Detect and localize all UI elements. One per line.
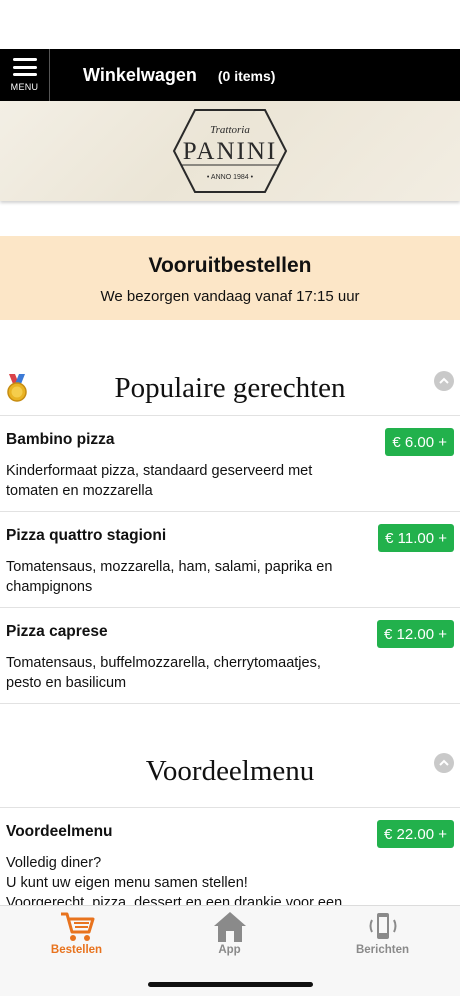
restaurant-logo: Trattoria PANINI • ANNO 1984 • — [171, 107, 289, 195]
logo-main-text: PANINI — [183, 138, 277, 165]
item-name: Bambino pizza — [6, 431, 115, 448]
delivery-time-text: We bezorgen vandaag vanaf 17:15 uur — [100, 288, 360, 305]
section-header-populair[interactable]: Populaire gerechten — [0, 370, 460, 420]
item-description-line: Volledig diner? — [6, 855, 102, 871]
tab-bestellen[interactable]: Bestellen — [0, 906, 153, 966]
section-header-voordeelmenu[interactable]: Voordeelmenu — [0, 753, 460, 805]
chevron-up-icon — [439, 377, 449, 384]
menu-label: MENU — [10, 82, 39, 92]
item-name: Pizza quattro stagioni — [6, 527, 167, 544]
logo-bottom-text: • ANNO 1984 • — [207, 174, 254, 181]
menu-item[interactable]: Bambino pizza € 6.00 + Kinderformaat piz… — [0, 415, 460, 511]
preorder-title: Vooruitbestellen — [148, 254, 312, 277]
collapse-button[interactable] — [434, 371, 454, 391]
phone-icon — [369, 913, 396, 939]
preorder-box: Vooruitbestellen We bezorgen vandaag van… — [0, 236, 460, 320]
status-bar-area — [0, 0, 460, 49]
item-description: Tomatensaus, mozzarella, ham, salami, pa… — [6, 559, 333, 595]
chevron-up-icon — [439, 759, 449, 766]
tab-berichten[interactable]: Berichten — [306, 906, 459, 966]
item-description: Kinderformaat pizza, standaard geserveer… — [6, 463, 313, 499]
menu-button[interactable]: MENU — [0, 49, 50, 101]
item-name: Pizza caprese — [6, 623, 108, 640]
restaurant-banner: Trattoria PANINI • ANNO 1984 • — [0, 101, 460, 201]
add-to-cart-button[interactable]: € 11.00 + — [378, 524, 454, 552]
item-description-line: U kunt uw eigen menu samen stellen! — [6, 875, 248, 891]
add-to-cart-button[interactable]: € 12.00 + — [377, 620, 454, 648]
collapse-button[interactable] — [434, 753, 454, 773]
hamburger-icon — [12, 58, 37, 76]
tab-label: Berichten — [355, 944, 410, 956]
tab-label: Bestellen — [50, 944, 103, 956]
home-icon — [213, 912, 246, 942]
cart-count[interactable]: (0 items) — [218, 68, 276, 84]
menu-item[interactable]: Voordeelmenu € 22.00 + Volledig diner? U… — [0, 807, 460, 905]
item-description-line: Voorgerecht, pizza, dessert en een drank… — [6, 895, 343, 905]
home-indicator — [148, 982, 313, 987]
item-description: Volledig diner? U kunt uw eigen menu sam… — [6, 853, 366, 905]
section-title: Populaire gerechten — [114, 372, 346, 404]
tab-label: App — [218, 944, 241, 956]
add-to-cart-button[interactable]: € 22.00 + — [377, 820, 454, 848]
tab-app[interactable]: App — [153, 906, 306, 966]
menu-item[interactable]: Pizza quattro stagioni € 11.00 + Tomaten… — [0, 511, 460, 607]
divider — [0, 703, 460, 704]
item-description: Tomatensaus, buffelmozzarella, cherrytom… — [6, 655, 321, 691]
add-to-cart-button[interactable]: € 6.00 + — [385, 428, 454, 456]
top-bar: MENU Winkelwagen (0 items) — [0, 49, 460, 101]
item-name: Voordeelmenu — [6, 823, 113, 840]
cart-icon — [60, 912, 94, 941]
logo-top-text: Trattoria — [210, 124, 250, 136]
menu-item[interactable]: Pizza caprese € 12.00 + Tomatensaus, buf… — [0, 607, 460, 703]
section-title: Voordeelmenu — [145, 755, 315, 787]
cart-title[interactable]: Winkelwagen — [83, 65, 197, 86]
